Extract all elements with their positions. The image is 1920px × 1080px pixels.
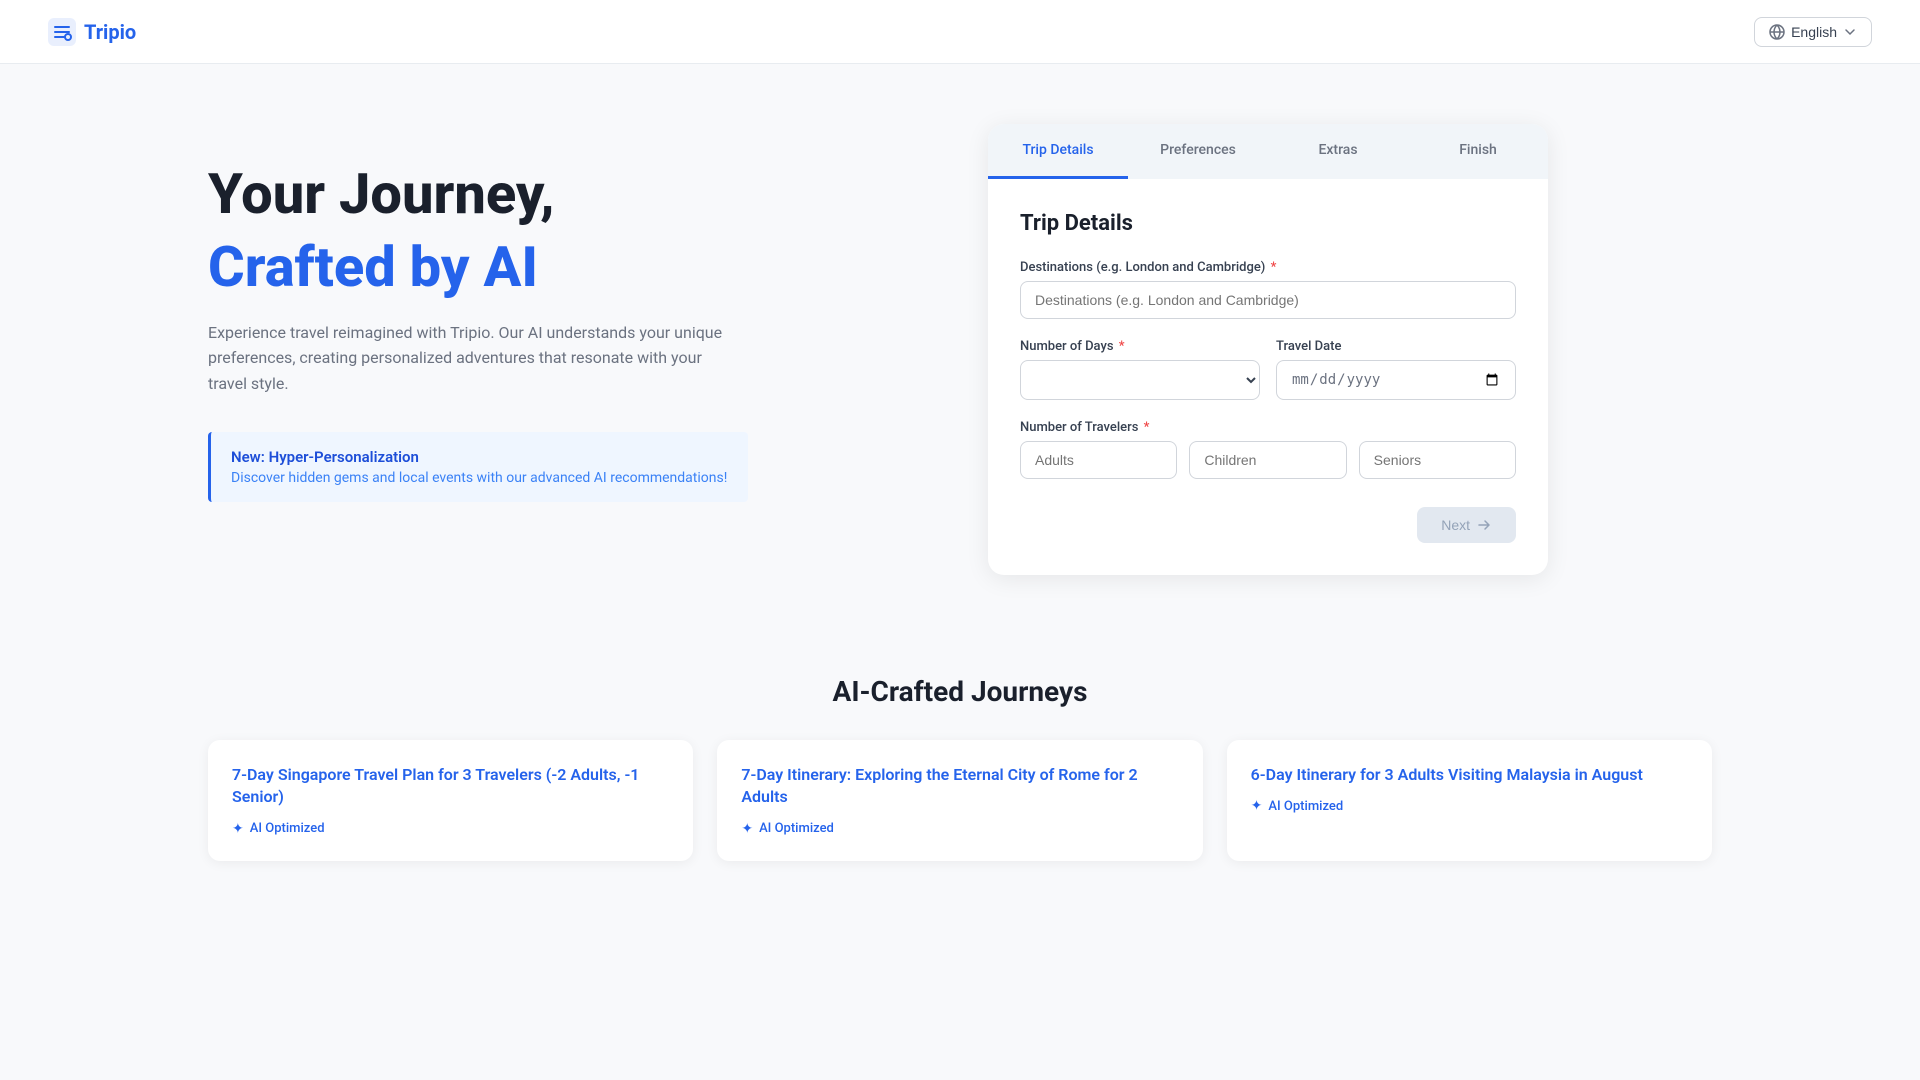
ai-badge-2: ✦ AI Optimized [1251,798,1688,814]
tab-extras[interactable]: Extras [1268,124,1408,179]
chevron-down-icon [1843,25,1857,39]
travel-date-label: Travel Date [1276,339,1516,354]
journey-card-title-2: 6-Day Itinerary for 3 Adults Visiting Ma… [1251,764,1688,786]
tabs: Trip Details Preferences Extras Finish [988,124,1548,179]
seniors-input[interactable] [1359,441,1516,479]
logo-text: Tripio [84,20,136,44]
logo[interactable]: Tripio [48,18,136,46]
hero-title-line2: Crafted by AI [208,234,908,300]
journey-card-0: 7-Day Singapore Travel Plan for 3 Travel… [208,740,693,861]
arrow-right-icon [1476,517,1492,533]
tab-trip-details[interactable]: Trip Details [988,124,1128,179]
bottom-section: AI-Crafted Journeys 7-Day Singapore Trav… [160,635,1760,921]
journey-card-title-1: 7-Day Itinerary: Exploring the Eternal C… [741,764,1178,809]
days-required: * [1119,339,1125,354]
destinations-label: Destinations (e.g. London and Cambridge)… [1020,260,1516,275]
language-selector[interactable]: English [1754,17,1872,47]
right-panel: Trip Details Preferences Extras Finish T… [988,124,1548,575]
logo-icon [48,18,76,46]
travel-date-input[interactable] [1276,360,1516,400]
children-input[interactable] [1189,441,1346,479]
highlight-desc: Discover hidden gems and local events wi… [231,470,728,486]
travelers-group: Number of Travelers * [1020,420,1516,479]
tab-finish[interactable]: Finish [1408,124,1548,179]
main-content: Your Journey, Crafted by AI Experience t… [160,64,1760,635]
globe-icon [1769,24,1785,40]
travel-date-group: Travel Date [1276,339,1516,400]
days-group: Number of Days * 1 2 3 4 5 6 7 10 [1020,339,1260,400]
ai-icon-2: ✦ [1251,798,1263,814]
highlight-card: New: Hyper-Personalization Discover hidd… [208,432,748,502]
days-select[interactable]: 1 2 3 4 5 6 7 10 14 [1020,360,1260,400]
form-actions: Next [1020,507,1516,543]
ai-icon-0: ✦ [232,821,244,837]
language-label: English [1791,24,1837,40]
ai-badge-0: ✦ AI Optimized [232,821,669,837]
travelers-label: Number of Travelers * [1020,420,1516,435]
journey-cards: 7-Day Singapore Travel Plan for 3 Travel… [208,740,1712,861]
form-content: Trip Details Destinations (e.g. London a… [988,179,1548,575]
left-panel: Your Journey, Crafted by AI Experience t… [208,124,908,575]
ai-badge-1: ✦ AI Optimized [741,821,1178,837]
hero-title-line1: Your Journey, [208,164,908,226]
header: Tripio English [0,0,1920,64]
form-title: Trip Details [1020,211,1516,236]
destinations-group: Destinations (e.g. London and Cambridge)… [1020,260,1516,319]
adults-input[interactable] [1020,441,1177,479]
highlight-title: New: Hyper-Personalization [231,448,728,466]
days-label: Number of Days * [1020,339,1260,354]
tab-preferences[interactable]: Preferences [1128,124,1268,179]
hero-subtitle: Experience travel reimagined with Tripio… [208,320,728,397]
travelers-required: * [1144,420,1150,435]
ai-icon-1: ✦ [741,821,753,837]
journey-card-title-0: 7-Day Singapore Travel Plan for 3 Travel… [232,764,669,809]
days-date-row: Number of Days * 1 2 3 4 5 6 7 10 [1020,339,1516,420]
journey-card-1: 7-Day Itinerary: Exploring the Eternal C… [717,740,1202,861]
next-button[interactable]: Next [1417,507,1516,543]
travelers-inputs [1020,441,1516,479]
journey-card-2: 6-Day Itinerary for 3 Adults Visiting Ma… [1227,740,1712,861]
destinations-input[interactable] [1020,281,1516,319]
destinations-required: * [1271,260,1277,275]
journeys-section-title: AI-Crafted Journeys [208,675,1712,708]
trip-card: Trip Details Preferences Extras Finish T… [988,124,1548,575]
